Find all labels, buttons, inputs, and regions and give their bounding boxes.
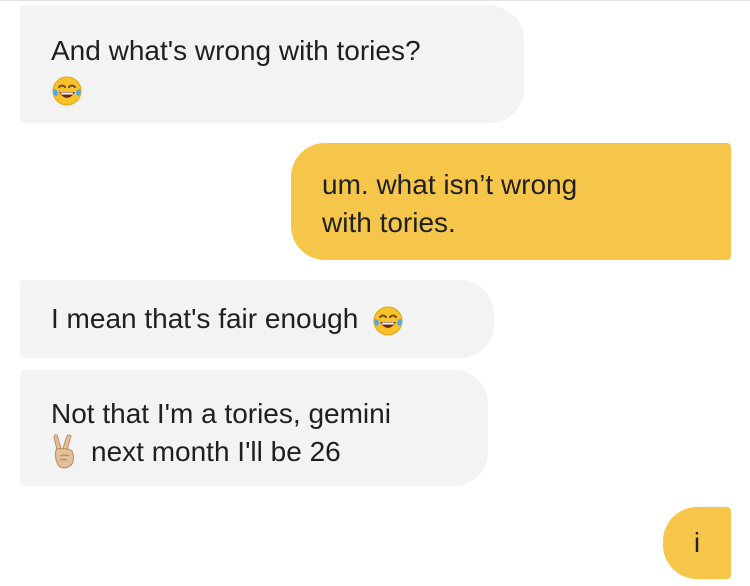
message-text: I mean that's fair enough: [51, 303, 359, 334]
incoming-message-bubble[interactable]: Not that I'm a tories, gemini next month…: [20, 370, 488, 486]
incoming-message-bubble[interactable]: And what's wrong with tories?: [20, 6, 524, 123]
victory-hand-icon: [51, 434, 77, 470]
outgoing-message-bubble[interactable]: um. what isn’t wrong with tories.: [291, 143, 731, 260]
tears-of-joy-icon: [51, 75, 83, 107]
message-line: next month I'll be 26: [91, 436, 341, 467]
message-line: um. what isn’t wrong: [322, 169, 578, 200]
chat-thread: And what's wrong with tories? um. what i…: [0, 0, 750, 586]
message-text: i: [693, 527, 701, 558]
divider: [0, 0, 750, 1]
outgoing-message-bubble[interactable]: i: [663, 507, 731, 579]
message-text: And what's wrong with tories?: [51, 35, 421, 66]
tears-of-joy-icon: [372, 305, 404, 337]
incoming-message-bubble[interactable]: I mean that's fair enough: [20, 280, 494, 358]
message-line: with tories.: [322, 207, 456, 238]
message-line: Not that I'm a tories, gemini: [51, 398, 391, 429]
